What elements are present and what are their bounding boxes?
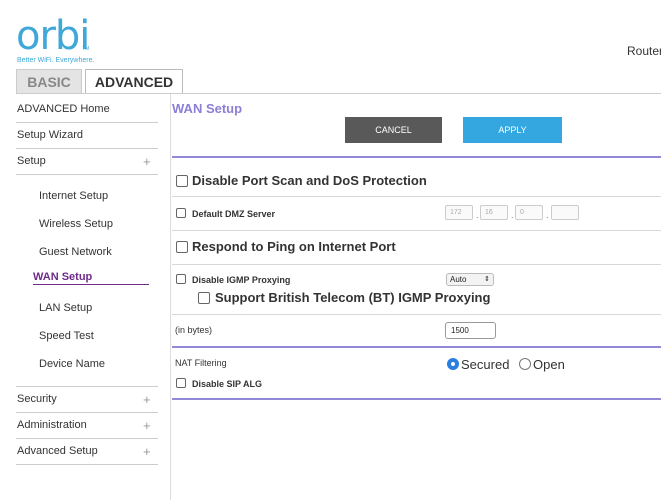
- orbi-logo: orbi: [16, 13, 90, 59]
- divider: [16, 412, 158, 413]
- nav-setup-wizard[interactable]: Setup Wizard: [17, 129, 83, 141]
- nav-administration[interactable]: Administration: [17, 419, 87, 431]
- nat-filtering-label: NAT Filtering: [175, 358, 227, 368]
- ip-dot: .: [546, 210, 549, 220]
- expand-plus-icon[interactable]: +: [143, 445, 151, 458]
- nav-lan-setup[interactable]: LAN Setup: [39, 302, 92, 314]
- nav-device-name[interactable]: Device Name: [39, 358, 105, 370]
- mtu-input[interactable]: 1500: [445, 322, 496, 339]
- divider: [172, 230, 661, 231]
- divider: [16, 386, 158, 387]
- respond-ping-checkbox[interactable]: [176, 241, 188, 253]
- ip-dot: .: [511, 210, 514, 220]
- expand-plus-icon[interactable]: +: [143, 393, 151, 406]
- router-label: Router: [627, 44, 661, 58]
- section-divider: [172, 156, 661, 158]
- trademark: TM: [82, 46, 90, 52]
- mtu-label: (in bytes): [175, 325, 213, 335]
- divider: [172, 314, 661, 315]
- disable-igmp-checkbox[interactable]: [176, 274, 186, 284]
- disable-sip-label: Disable SIP ALG: [192, 379, 263, 389]
- ip-dot: .: [476, 210, 479, 220]
- divider: [172, 264, 661, 265]
- nav-advanced-home[interactable]: ADVANCED Home: [17, 103, 110, 115]
- expand-plus-icon[interactable]: +: [143, 155, 151, 168]
- section-divider: [172, 346, 661, 348]
- dmz-ip-octet-3[interactable]: 0: [515, 205, 543, 220]
- nat-secured-label: Secured: [461, 357, 510, 372]
- select-arrows-icon: ⇕: [484, 276, 490, 283]
- active-underline: [33, 284, 149, 285]
- nav-wireless-setup[interactable]: Wireless Setup: [39, 218, 113, 230]
- bt-igmp-checkbox[interactable]: [198, 292, 210, 304]
- nav-internet-setup[interactable]: Internet Setup: [39, 190, 108, 202]
- sidebar-border: [170, 94, 171, 500]
- tagline: Better WiFi. Everywhere.: [17, 57, 95, 64]
- page-title: WAN Setup: [172, 101, 243, 116]
- dmz-checkbox[interactable]: [176, 208, 186, 218]
- nav-wan-setup[interactable]: WAN Setup: [33, 271, 92, 283]
- nav-advanced-setup[interactable]: Advanced Setup: [17, 445, 98, 457]
- nav-security[interactable]: Security: [17, 393, 57, 405]
- divider: [16, 464, 158, 465]
- disable-sip-checkbox[interactable]: [176, 378, 186, 388]
- dmz-ip-octet-2[interactable]: 16: [480, 205, 508, 220]
- dmz-ip-octet-4[interactable]: [551, 205, 579, 220]
- nat-open-label: Open: [533, 357, 565, 372]
- divider: [16, 438, 158, 439]
- tab-divider: [16, 93, 661, 94]
- apply-button[interactable]: APPLY: [463, 117, 562, 143]
- nat-open-radio[interactable]: [519, 358, 531, 370]
- nav-speed-test[interactable]: Speed Test: [39, 330, 94, 342]
- nat-secured-radio[interactable]: [447, 358, 459, 370]
- dmz-label: Default DMZ Server: [192, 209, 276, 219]
- divider: [16, 174, 158, 175]
- divider: [172, 196, 661, 197]
- nav-guest-network[interactable]: Guest Network: [39, 246, 112, 258]
- dmz-ip-octet-1[interactable]: 172: [445, 205, 473, 220]
- divider: [16, 122, 158, 123]
- divider: [16, 148, 158, 149]
- expand-plus-icon[interactable]: +: [143, 419, 151, 432]
- disable-igmp-label: Disable IGMP Proxying: [192, 275, 291, 285]
- respond-ping-label: Respond to Ping on Internet Port: [192, 239, 396, 254]
- igmp-select[interactable]: Auto ⇕: [446, 273, 494, 286]
- bt-igmp-label: Support British Telecom (BT) IGMP Proxyi…: [215, 290, 491, 305]
- igmp-select-value: Auto: [450, 275, 467, 284]
- tab-basic[interactable]: BASIC: [16, 69, 82, 93]
- section-divider: [172, 398, 661, 400]
- nav-setup[interactable]: Setup: [17, 155, 46, 167]
- cancel-button[interactable]: CANCEL: [345, 117, 442, 143]
- tab-advanced[interactable]: ADVANCED: [85, 69, 183, 94]
- disable-port-scan-label: Disable Port Scan and DoS Protection: [192, 173, 427, 188]
- disable-port-scan-checkbox[interactable]: [176, 175, 188, 187]
